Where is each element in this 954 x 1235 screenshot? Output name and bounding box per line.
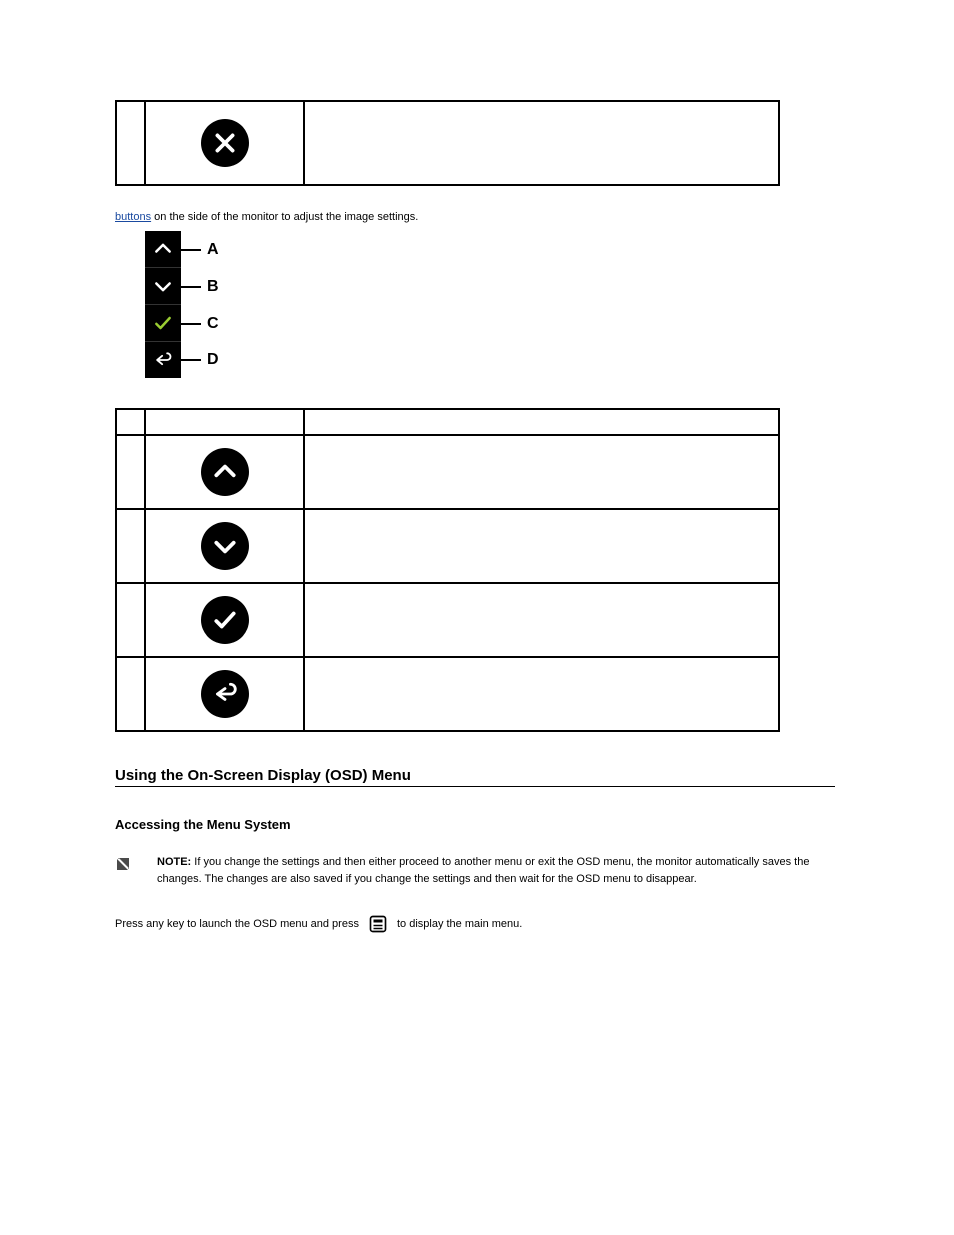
note-label: NOTE: <box>157 856 191 868</box>
panel-label-b: B <box>207 278 219 296</box>
cell-icon-d <box>145 657 304 731</box>
chevron-down-icon <box>201 522 249 570</box>
cell-index-a <box>116 435 145 509</box>
cell-desc-d <box>304 657 779 731</box>
side-panel-button-table <box>115 408 780 732</box>
th-desc <box>304 409 779 435</box>
chevron-up-icon <box>201 448 249 496</box>
step-1-after: to display the main menu. <box>397 918 522 930</box>
cell-index-d <box>116 657 145 731</box>
check-icon <box>201 596 249 644</box>
panel-button-back <box>145 342 181 378</box>
note-block: NOTE: If you change the settings and the… <box>115 854 835 887</box>
panel-button-down <box>145 268 181 305</box>
front-panel-cell-icon <box>145 101 304 185</box>
buttons-link[interactable]: buttons <box>115 211 151 223</box>
cell-desc-b <box>304 509 779 583</box>
th-icon <box>145 409 304 435</box>
cell-index-c <box>116 583 145 657</box>
cell-icon-c <box>145 583 304 657</box>
back-icon <box>201 670 249 718</box>
note-icon <box>115 856 131 872</box>
exit-icon <box>201 119 249 167</box>
panel-button-ok <box>145 305 181 342</box>
cell-desc-c <box>304 583 779 657</box>
step-1: Press any key to launch the OSD menu and… <box>115 915 839 933</box>
front-panel-cell-desc <box>304 101 779 185</box>
cell-icon-a <box>145 435 304 509</box>
front-panel-table-continued <box>115 100 780 186</box>
menu-button-icon <box>369 915 387 933</box>
side-panel-illustration: A B C D <box>145 231 839 378</box>
accessing-menu-heading: Accessing the Menu System <box>115 817 839 832</box>
panel-label-a: A <box>207 241 219 259</box>
step-1-before: Press any key to launch the OSD menu and… <box>115 918 359 930</box>
panel-label-d: D <box>207 351 219 369</box>
note-body: If you change the settings and then eith… <box>157 856 809 885</box>
panel-button-up <box>145 231 181 268</box>
intro-suffix: on the side of the monitor to adjust the… <box>151 211 418 223</box>
panel-label-c: C <box>207 315 219 333</box>
cell-desc-a <box>304 435 779 509</box>
front-panel-cell-index <box>116 101 145 185</box>
intro-text: buttons on the side of the monitor to ad… <box>115 211 839 223</box>
cell-index-b <box>116 509 145 583</box>
th-index <box>116 409 145 435</box>
osd-section-heading: Using the On-Screen Display (OSD) Menu <box>115 767 835 787</box>
cell-icon-b <box>145 509 304 583</box>
